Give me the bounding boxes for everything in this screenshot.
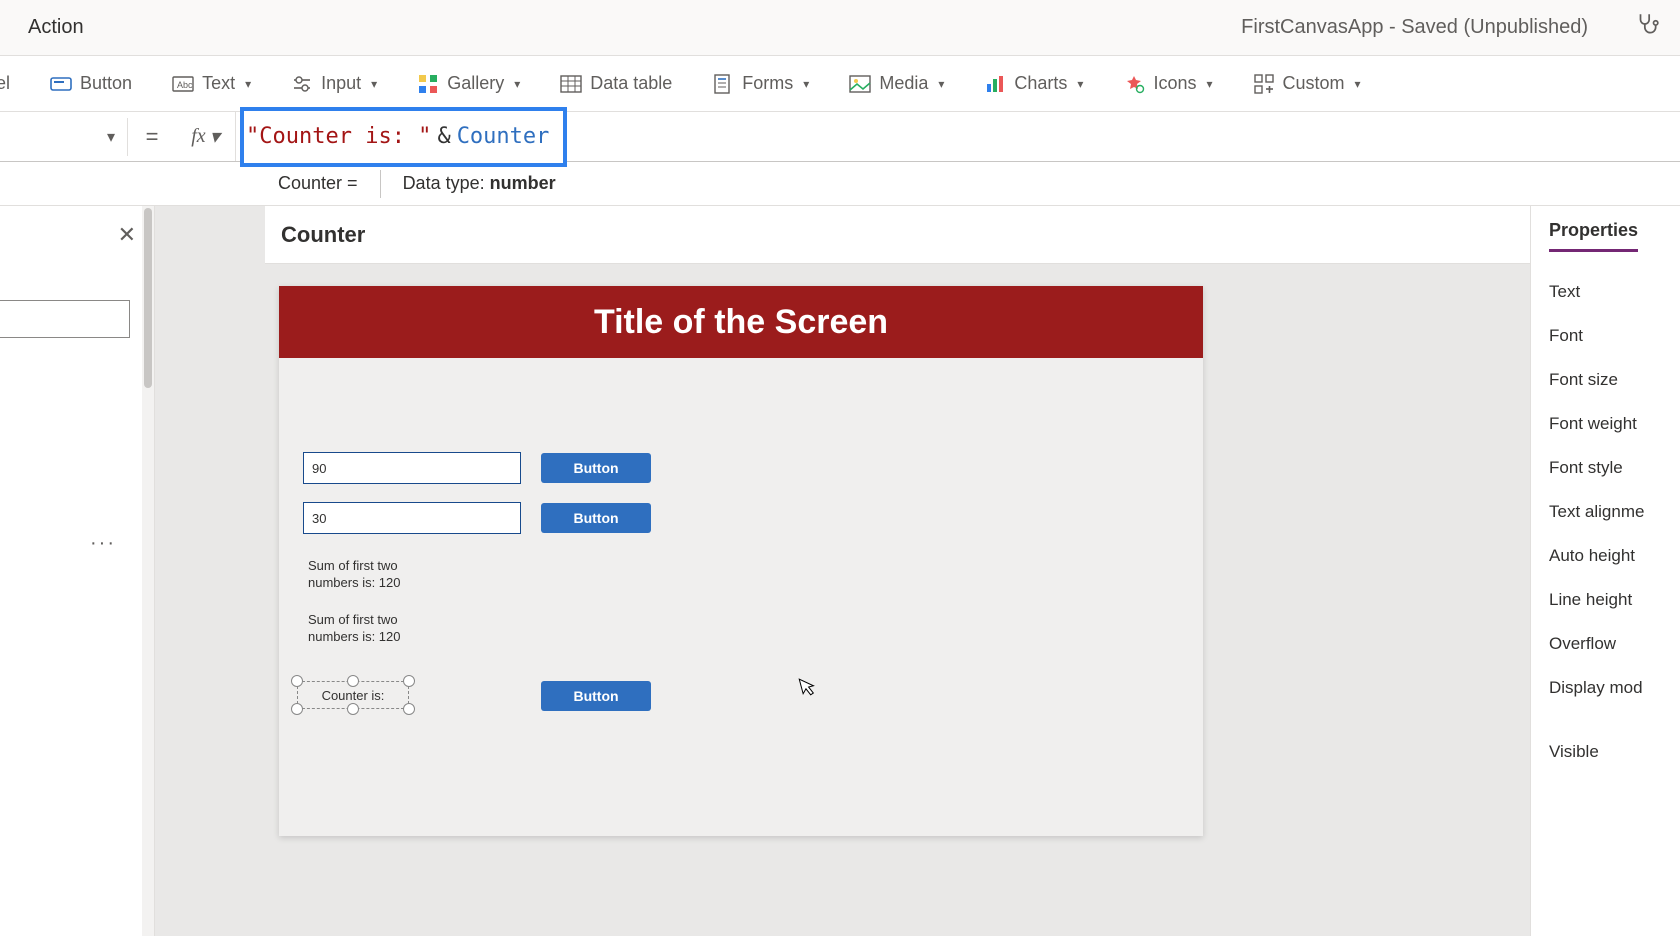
- chevron-down-icon: ▾: [938, 77, 944, 91]
- text-icon: Abc: [172, 73, 194, 95]
- input-menu[interactable]: Input▾: [285, 69, 383, 99]
- prop-font-style[interactable]: Font style: [1531, 446, 1680, 490]
- custom-menu[interactable]: Custom▾: [1247, 69, 1367, 99]
- screen-body: Button Button Sum of first two numbers i…: [279, 358, 1203, 398]
- chevron-down-icon: ▾: [1355, 77, 1361, 91]
- prop-line-height[interactable]: Line height: [1531, 578, 1680, 622]
- text-input-1[interactable]: [303, 452, 521, 484]
- charts-icon: [984, 73, 1006, 95]
- button-icon: [50, 73, 72, 95]
- prop-text[interactable]: Text: [1531, 270, 1680, 314]
- more-options-icon[interactable]: ···: [90, 532, 116, 555]
- tree-search-input[interactable]: [0, 300, 130, 338]
- media-icon: [849, 73, 871, 95]
- gallery-icon: [417, 73, 439, 95]
- formula-string-literal: "Counter is: ": [246, 124, 431, 149]
- sum-label-1: Sum of first two numbers is: 120: [308, 558, 428, 592]
- counter-label-text: Counter is:: [322, 688, 385, 703]
- app-screen[interactable]: Title of the Screen Button Button Sum of…: [279, 286, 1203, 836]
- media-menu[interactable]: Media▾: [843, 69, 950, 99]
- chevron-down-icon: ▾: [1077, 77, 1083, 91]
- sum-label-2: Sum of first two numbers is: 120: [308, 612, 428, 646]
- formula-operator: &: [437, 124, 450, 149]
- svg-text:Abc: Abc: [177, 80, 193, 90]
- properties-panel: Properties Text Font Font size Font weig…: [1530, 206, 1680, 936]
- label-button[interactable]: el: [0, 69, 16, 98]
- icons-menu[interactable]: Icons▾: [1117, 69, 1218, 99]
- prop-display-mode[interactable]: Display mod: [1531, 666, 1680, 710]
- property-dropdown[interactable]: ▾: [0, 118, 128, 156]
- prop-overflow[interactable]: Overflow: [1531, 622, 1680, 666]
- formula-variable: Counter: [457, 124, 550, 149]
- formula-input[interactable]: "Counter is: " & Counter: [236, 112, 1680, 161]
- canvas-area: Counter Title of the Screen Button Butto…: [155, 206, 1530, 936]
- intellisense-variable: Counter =: [278, 173, 358, 194]
- button-control-button[interactable]: Button: [44, 69, 138, 99]
- prop-text-align[interactable]: Text alignme: [1531, 490, 1680, 534]
- prop-font-size[interactable]: Font size: [1531, 358, 1680, 402]
- fx-button[interactable]: fx▾: [176, 112, 236, 161]
- properties-tab[interactable]: Properties: [1549, 220, 1638, 252]
- button-3[interactable]: Button: [541, 681, 651, 711]
- selected-control-name: Counter: [265, 206, 1530, 264]
- insert-ribbon: el Button Abc Text▾ Input▾ Gallery▾ Data…: [0, 56, 1680, 112]
- resize-handle[interactable]: [347, 675, 359, 687]
- stethoscope-icon[interactable]: [1634, 11, 1660, 44]
- prop-visible[interactable]: Visible: [1531, 730, 1680, 774]
- button-2[interactable]: Button: [541, 503, 651, 533]
- formula-highlight-box: "Counter is: " & Counter: [240, 107, 567, 167]
- formula-bar: ▾ = fx▾ "Counter is: " & Counter: [0, 112, 1680, 162]
- chevron-down-icon: ▾: [514, 77, 520, 91]
- cursor-icon: [798, 674, 820, 702]
- equals-label: =: [128, 124, 176, 150]
- resize-handle[interactable]: [291, 703, 303, 715]
- data-table-button[interactable]: Data table: [554, 69, 678, 99]
- prop-font-weight[interactable]: Font weight: [1531, 402, 1680, 446]
- data-type-label: Data type: number: [403, 173, 556, 194]
- text-menu[interactable]: Abc Text▾: [166, 69, 257, 99]
- chevron-down-icon: ▾: [1206, 77, 1212, 91]
- title-bar: Action FirstCanvasApp - Saved (Unpublish…: [0, 0, 1680, 56]
- app-title: FirstCanvasApp - Saved (Unpublished): [1241, 16, 1588, 39]
- gallery-menu[interactable]: Gallery▾: [411, 69, 526, 99]
- input-icon: [291, 73, 313, 95]
- forms-icon: [712, 73, 734, 95]
- resize-handle[interactable]: [291, 675, 303, 687]
- intellisense-bar: Counter = Data type: number: [0, 162, 1680, 206]
- screen-title: Title of the Screen: [279, 286, 1203, 358]
- resize-handle[interactable]: [403, 675, 415, 687]
- chevron-down-icon: ▾: [803, 77, 809, 91]
- main-area: ✕ ··· Counter Title of the Screen Button…: [0, 206, 1680, 936]
- button-1[interactable]: Button: [541, 453, 651, 483]
- prop-font[interactable]: Font: [1531, 314, 1680, 358]
- charts-menu[interactable]: Charts▾: [978, 69, 1089, 99]
- text-input-2[interactable]: [303, 502, 521, 534]
- tree-view-panel: ✕ ···: [0, 206, 155, 936]
- tree-scrollbar[interactable]: [142, 206, 154, 936]
- close-icon[interactable]: ✕: [118, 222, 136, 248]
- chevron-down-icon: ▾: [371, 77, 377, 91]
- data-table-icon: [560, 73, 582, 95]
- forms-menu[interactable]: Forms▾: [706, 69, 815, 99]
- prop-auto-height[interactable]: Auto height: [1531, 534, 1680, 578]
- custom-icon: [1253, 73, 1275, 95]
- counter-label-selected[interactable]: Counter is:: [297, 681, 409, 709]
- chevron-down-icon: ▾: [245, 77, 251, 91]
- scrollbar-thumb[interactable]: [144, 208, 152, 388]
- icons-icon: [1123, 73, 1145, 95]
- resize-handle[interactable]: [403, 703, 415, 715]
- divider: [380, 170, 381, 198]
- resize-handle[interactable]: [347, 703, 359, 715]
- action-menu[interactable]: Action: [28, 16, 84, 39]
